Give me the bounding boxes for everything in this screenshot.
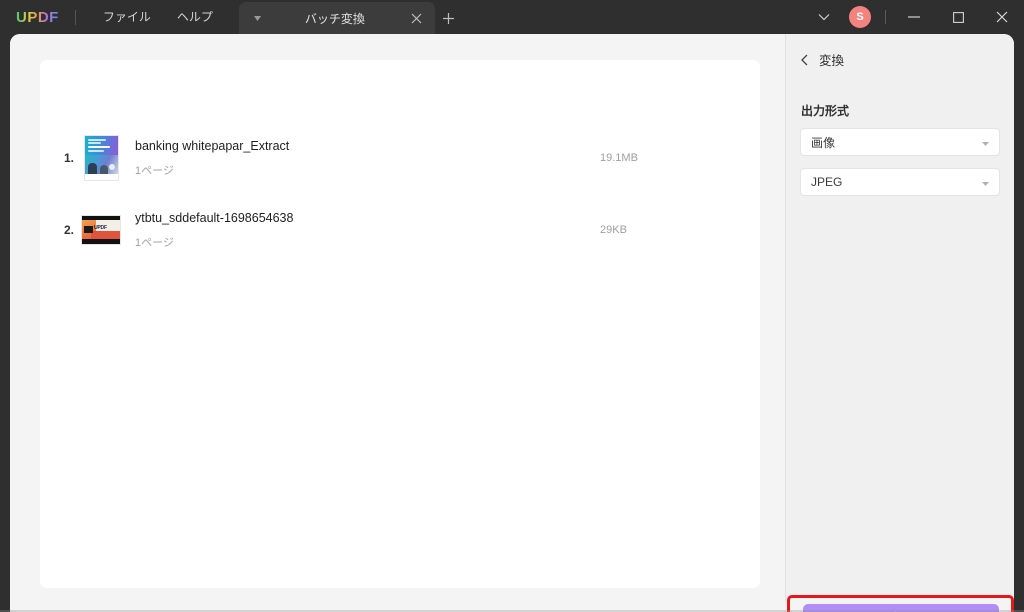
file-size: 29KB — [600, 224, 627, 236]
plus-icon — [443, 12, 455, 24]
file-pages: 1ページ — [135, 164, 174, 177]
avatar[interactable]: S — [849, 6, 871, 28]
menu-file[interactable]: ファイル — [90, 0, 164, 34]
file-list-card: 1. banking whitepapar_Extract 1ページ 19.1M… — [40, 60, 760, 588]
file-pages: 1ページ — [135, 236, 174, 249]
tab-batch-convert[interactable]: バッチ変換 — [238, 2, 435, 34]
file-name: ytbtu_sddefault-1698654638 — [135, 210, 294, 225]
sidebar-title: 変換 — [819, 54, 845, 68]
format-select-value: 画像 — [811, 135, 836, 150]
updf-logo: UPDF — [16, 8, 59, 26]
file-size: 19.1MB — [600, 152, 638, 164]
minimize-icon[interactable] — [892, 0, 936, 34]
whitepaper-cover-thumbnail — [78, 136, 124, 180]
caret-down-small-icon[interactable] — [251, 11, 265, 25]
logo-divider — [74, 9, 76, 25]
row-index: 2. — [63, 223, 74, 237]
output-format-label: 出力形式 — [801, 104, 850, 118]
menu-help[interactable]: ヘルプ — [164, 0, 226, 34]
app-body: ファイルの追加 一覧をクリア — [0, 34, 1024, 612]
batch-convert-panel: ファイルの追加 一覧をクリア — [10, 34, 785, 602]
chevron-left-icon[interactable] — [801, 54, 808, 66]
title-bar: UPDF ファイル ヘルプ バッチ変換 S — [0, 0, 1024, 34]
chevron-down-icon[interactable] — [807, 0, 841, 34]
file-info: banking whitepapar_Extract 1ページ — [124, 139, 600, 178]
new-tab-button[interactable] — [435, 2, 463, 34]
close-icon[interactable] — [405, 6, 429, 30]
format-select[interactable]: 画像 — [800, 128, 1000, 156]
sidebar-header: 変換 — [786, 34, 1014, 69]
caret-down-icon — [982, 133, 989, 151]
file-info: ytbtu_sddefault-1698654638 1ページ — [124, 211, 600, 250]
table-row[interactable]: 2. UPDF ytbtu_sddefault-1698654638 1ページ … — [40, 194, 760, 266]
image-type-select[interactable]: JPEG — [800, 168, 1000, 196]
file-name: banking whitepapar_Extract — [135, 138, 290, 153]
window-controls: S — [807, 0, 1024, 34]
close-icon[interactable] — [980, 0, 1024, 34]
stage: ファイルの追加 一覧をクリア — [10, 34, 1014, 602]
updf-window: UPDF ファイル ヘルプ バッチ変換 S 1. banking whitepa… — [0, 0, 1024, 612]
image-type-select-value: JPEG — [811, 175, 843, 189]
maximize-icon[interactable] — [936, 0, 980, 34]
controls-divider — [885, 10, 886, 24]
row-index: 1. — [63, 151, 74, 165]
convert-sidebar: 変換 出力形式 画像 JPEG — [785, 34, 1014, 602]
table-row[interactable]: 1. banking whitepapar_Extract 1ページ 19.1M… — [40, 122, 760, 194]
caret-down-icon — [982, 173, 989, 191]
file-list: 1. banking whitepapar_Extract 1ページ 19.1M… — [40, 122, 760, 266]
tab-title: バッチ変換 — [304, 11, 365, 26]
video-thumbnail: UPDF — [78, 216, 124, 244]
